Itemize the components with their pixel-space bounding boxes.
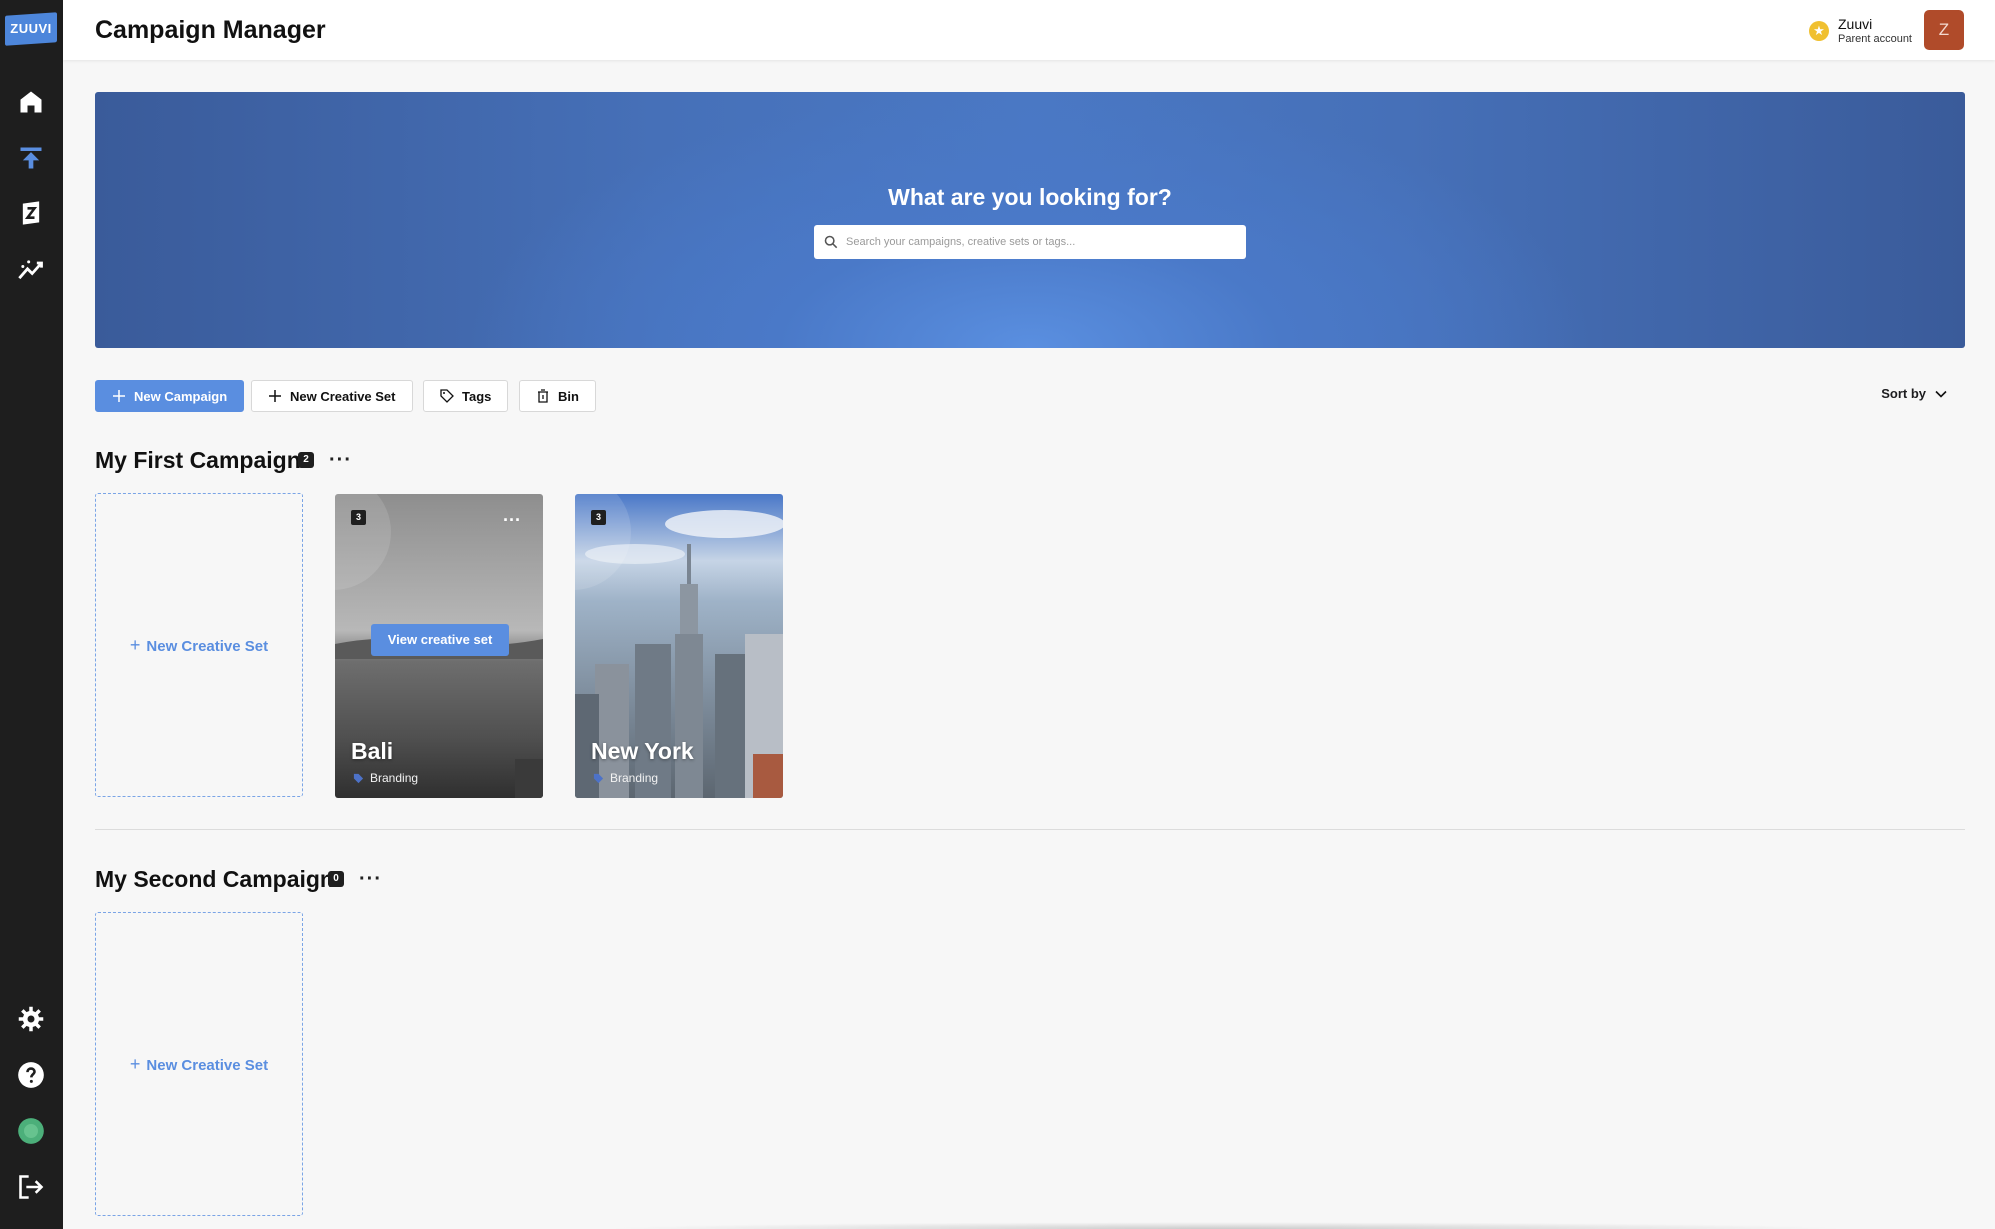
bin-label: Bin — [558, 388, 579, 404]
sidebar-item-analytics[interactable] — [14, 253, 48, 287]
bin-icon — [538, 389, 548, 403]
new-creative-set-label: New Creative Set — [146, 638, 269, 655]
new-campaign-label: New Campaign — [134, 388, 228, 404]
status-dot-icon — [18, 1118, 44, 1144]
bottom-shadow — [600, 1222, 1850, 1229]
sidebar-item-status[interactable] — [14, 1114, 48, 1148]
campaign-more-button[interactable]: ··· — [329, 450, 352, 470]
chevron-down-icon — [1935, 390, 1947, 398]
campaign-count-badge: 0 — [328, 871, 344, 887]
sort-by-dropdown[interactable]: Sort by — [1881, 386, 1948, 401]
account-type: Parent account — [1838, 33, 1912, 45]
sidebar-item-logout[interactable] — [14, 1170, 48, 1204]
sidebar-item-home[interactable] — [14, 85, 48, 119]
new-creative-set-button[interactable]: New Creative Set — [251, 380, 413, 412]
home-icon — [20, 91, 42, 113]
campaign-title[interactable]: My Second Campaign — [95, 866, 334, 893]
zuuvi-logo[interactable]: ZUUVI — [5, 12, 57, 46]
plus-icon — [113, 390, 125, 402]
bin-button[interactable]: Bin — [519, 380, 596, 412]
creative-count-badge: 3 — [351, 510, 366, 525]
account-switcher[interactable]: Zuuvi Parent account — [1838, 16, 1912, 46]
analytics-icon — [18, 260, 43, 280]
tags-label: Tags — [462, 388, 492, 404]
search-box — [814, 225, 1246, 259]
plus-icon: + — [129, 635, 141, 655]
creative-set-card[interactable]: 3 ··· View creative set Bali Branding — [335, 494, 543, 798]
search-hero: What are you looking for? — [95, 92, 1965, 348]
new-creative-set-label: New Creative Set — [146, 1057, 269, 1074]
logo-text: ZUUVI — [10, 21, 52, 36]
avatar[interactable]: Z — [1924, 10, 1964, 50]
creative-set-name: Bali — [351, 738, 394, 764]
tag-label: Branding — [610, 771, 659, 785]
creative-set-tag[interactable]: Branding — [353, 771, 418, 785]
new-creative-set-tile[interactable]: + New Creative Set — [95, 493, 303, 797]
plus-icon: + — [129, 1054, 141, 1074]
creative-count-badge: 3 — [591, 510, 606, 525]
sidebar-item-settings[interactable] — [14, 1002, 48, 1036]
star-icon: ★ — [1809, 21, 1829, 41]
page-title: Campaign Manager — [95, 16, 326, 44]
section-divider — [95, 829, 1965, 830]
sidebar-item-zuuvi[interactable] — [14, 196, 48, 230]
help-icon — [18, 1062, 44, 1088]
creative-set-tag[interactable]: Branding — [593, 771, 658, 785]
new-campaign-button[interactable]: New Campaign — [95, 380, 245, 412]
hero-title: What are you looking for? — [888, 184, 1172, 210]
gear-icon — [18, 1006, 44, 1032]
upload-icon — [20, 147, 42, 169]
sidebar-item-help[interactable] — [14, 1058, 48, 1092]
campaign-title[interactable]: My First Campaign — [95, 447, 301, 474]
account-name: Zuuvi — [1838, 16, 1873, 32]
creative-set-card[interactable]: 3 New York Branding — [575, 494, 783, 798]
search-icon — [824, 235, 838, 249]
campaign-more-button[interactable]: ··· — [359, 869, 382, 889]
tag-label: Branding — [370, 771, 419, 785]
tag-icon — [353, 773, 364, 783]
card-more-button[interactable]: ··· — [503, 510, 521, 531]
view-creative-set-button[interactable]: View creative set — [371, 624, 509, 656]
campaign-count-badge: 2 — [298, 452, 314, 468]
tags-button[interactable]: Tags — [423, 380, 509, 412]
plus-icon — [269, 390, 281, 402]
search-input[interactable] — [846, 225, 1236, 259]
creative-set-name: New York — [591, 738, 694, 764]
tag-icon — [440, 389, 454, 403]
tag-icon — [593, 773, 604, 783]
sidebar-item-publish[interactable] — [14, 141, 48, 175]
zuuvi-badge-icon — [22, 201, 40, 225]
sort-by-label: Sort by — [1881, 386, 1926, 401]
top-bar: Campaign Manager ★ Zuuvi Parent account … — [63, 0, 1995, 60]
new-creative-set-tile[interactable]: + New Creative Set — [95, 912, 303, 1216]
new-creative-set-label: New Creative Set — [290, 388, 396, 404]
logout-icon — [19, 1175, 44, 1199]
sidebar: ZUUVI — [0, 0, 63, 1229]
